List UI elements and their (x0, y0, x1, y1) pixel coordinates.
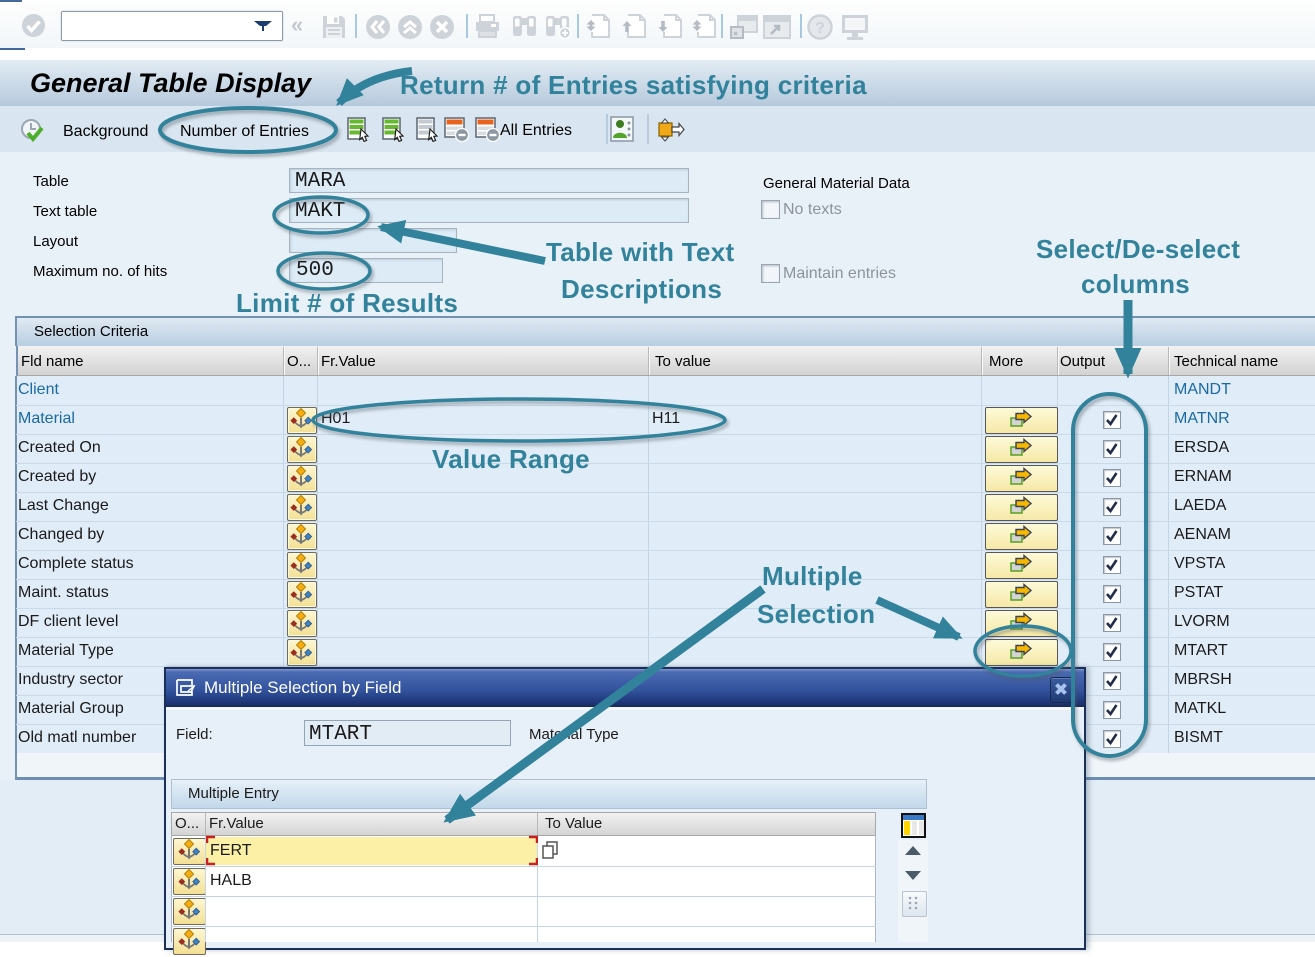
svg-text:?: ? (815, 20, 825, 37)
